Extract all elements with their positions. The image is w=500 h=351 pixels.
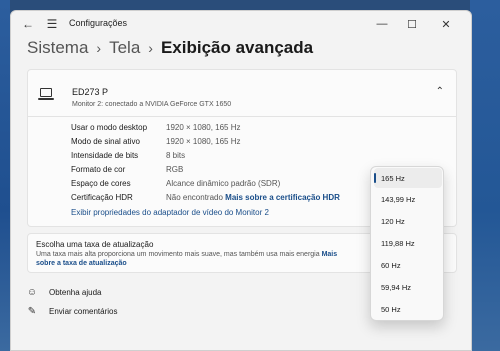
chevron-right-icon: ›: [96, 40, 102, 56]
detail-value: Alcance dinâmico padrão (SDR): [166, 179, 281, 188]
dropdown-option[interactable]: 143,99 Hz: [371, 189, 443, 209]
refresh-rate-dropdown[interactable]: 165 Hz 143,99 Hz 120 Hz 119,88 Hz 60 Hz …: [370, 166, 444, 321]
chevron-right-icon: ›: [148, 40, 153, 56]
detail-value: 1920 × 1080, 165 Hz: [166, 123, 241, 132]
monitor-subtitle: Monitor 2: conectado a NVIDIA GeForce GT…: [72, 101, 232, 108]
refresh-rate-description: Uma taxa mais alta proporciona um movime…: [36, 250, 356, 268]
chevron-up-icon[interactable]: ⌃: [436, 86, 444, 97]
desktop-background-right: [470, 0, 500, 351]
get-help-link[interactable]: ☺ Obtenha ajuda: [25, 285, 102, 299]
maximize-icon[interactable]: ☐: [397, 11, 427, 37]
detail-value: Não encontrado Mais sobre a certificação…: [166, 193, 340, 202]
detail-row: Usar o modo desktop 1920 × 1080, 165 Hz: [71, 123, 241, 132]
detail-label: Modo de sinal ativo: [71, 137, 140, 146]
dropdown-option[interactable]: 119,88 Hz: [371, 233, 443, 253]
adapter-properties-link[interactable]: Exibir propriedades do adaptador de víde…: [71, 208, 269, 217]
dropdown-option[interactable]: 59,94 Hz: [371, 277, 443, 297]
page-title: Exibição avançada: [160, 38, 314, 57]
detail-label: Certificação HDR: [71, 193, 133, 202]
detail-label: Intensidade de bits: [71, 151, 139, 160]
dropdown-option[interactable]: 120 Hz: [371, 211, 443, 231]
breadcrumb-sistema[interactable]: Sistema: [27, 38, 88, 58]
monitor-icon: [38, 88, 54, 100]
minimize-icon[interactable]: —: [367, 11, 397, 37]
detail-label: Formato de cor: [71, 165, 126, 174]
close-icon[interactable]: ✕: [431, 11, 461, 37]
send-feedback-label: Enviar comentários: [49, 306, 118, 316]
monitor-header-card[interactable]: ED273 P Monitor 2: conectado a NVIDIA Ge…: [27, 69, 457, 117]
send-feedback-link[interactable]: ✎ Enviar comentários: [25, 304, 118, 318]
detail-row: Intensidade de bits 8 bits: [71, 151, 185, 160]
detail-label: Espaço de cores: [71, 179, 131, 188]
dropdown-option[interactable]: 50 Hz: [371, 299, 443, 319]
hamburger-menu-icon[interactable]: ☰: [42, 14, 62, 34]
detail-row: Formato de cor RGB: [71, 165, 183, 174]
detail-value: 1920 × 1080, 165 Hz: [166, 137, 241, 146]
detail-row: Modo de sinal ativo 1920 × 1080, 165 Hz: [71, 137, 241, 146]
detail-label: Usar o modo desktop: [71, 123, 148, 132]
get-help-label: Obtenha ajuda: [49, 287, 102, 297]
detail-row: Certificação HDR Não encontrado Mais sob…: [71, 193, 340, 202]
hdr-status: Não encontrado: [166, 193, 223, 202]
refresh-rate-title: Escolha uma taxa de atualização: [36, 240, 154, 249]
detail-value: 8 bits: [166, 151, 186, 160]
detail-row: Espaço de cores Alcance dinâmico padrão …: [71, 179, 280, 188]
title-bar: ← ☰ Configurações — ☐ ✕: [11, 11, 471, 37]
monitor-name: ED273 P: [72, 87, 109, 97]
hdr-certification-link[interactable]: Mais sobre a certificação HDR: [225, 193, 340, 202]
back-arrow-icon[interactable]: ←: [18, 14, 38, 34]
dropdown-option[interactable]: 165 Hz: [374, 168, 442, 188]
help-person-icon: ☺: [26, 286, 38, 298]
refresh-rate-description-text: Uma taxa mais alta proporciona um movime…: [36, 251, 320, 258]
desktop-background: [0, 0, 10, 351]
detail-value: RGB: [166, 165, 184, 174]
app-title: Configurações: [69, 18, 128, 28]
dropdown-option[interactable]: 60 Hz: [371, 255, 443, 275]
breadcrumb: Sistema › Tela › Exibição avançada: [27, 38, 313, 58]
breadcrumb-tela[interactable]: Tela: [109, 38, 140, 58]
feedback-icon: ✎: [27, 305, 37, 317]
